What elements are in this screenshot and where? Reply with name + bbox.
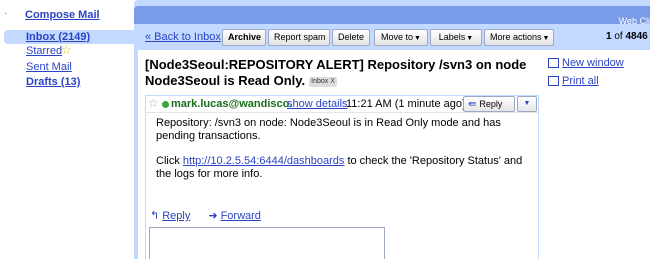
forward-arrow-icon: ➜	[208, 210, 218, 222]
remove-label-icon[interactable]: X	[330, 78, 335, 85]
new-window-label: New window	[562, 57, 624, 69]
archive-button[interactable]: Archive	[222, 29, 266, 46]
labels-label: Labels	[438, 32, 466, 42]
more-options-button[interactable]: ▼	[517, 96, 537, 112]
paging-total: 4846	[625, 31, 648, 42]
body-click-text: Click	[156, 155, 180, 167]
more-actions-label: More actions	[490, 32, 542, 42]
message-body: Repository: /svn3 on node: Node3Seoul is…	[156, 117, 530, 193]
reply-arrow-icon: ↰	[150, 210, 160, 222]
print-all-label: Print all	[562, 75, 599, 87]
quick-reply-box[interactable]	[149, 227, 385, 259]
label-tag-text: Inbox	[311, 77, 329, 85]
chevron-down-icon: ▼	[523, 100, 531, 107]
nav-drafts-link[interactable]: Drafts (13)	[26, 76, 80, 88]
show-details-link[interactable]: show details	[287, 98, 348, 110]
reply-button-label: Reply	[479, 99, 503, 109]
chevron-down-icon: ▼	[414, 35, 421, 42]
paging-current: 1	[606, 31, 612, 42]
reply-button[interactable]: ⇚ Reply	[463, 96, 515, 112]
report-spam-button[interactable]: Report spam	[268, 29, 330, 46]
new-window-link[interactable]: New window	[548, 57, 624, 69]
chevron-down-icon: ▼	[466, 35, 474, 42]
star-icon: ☆	[61, 43, 72, 57]
left-navigation: · Compose Mail Inbox (2149) Starred ☆ Se…	[0, 0, 134, 259]
reply-actions: ↰ Reply ➜ Forward	[150, 209, 261, 222]
paging-indicator: 1 of 4846	[606, 31, 648, 42]
body-paragraph-1: Repository: /svn3 on node: Node3Seoul is…	[156, 117, 501, 142]
sender-name[interactable]: mark.lucas@wandisco.	[171, 98, 292, 110]
forward-link[interactable]: Forward	[221, 210, 261, 222]
labels-dropdown[interactable]: Labels▼	[430, 29, 482, 46]
print-all-link[interactable]: Print all	[548, 75, 599, 87]
nav-starred-link[interactable]: Starred	[26, 45, 62, 57]
move-to-label: Move to	[381, 32, 414, 42]
message-timestamp: 11:21 AM (1 minute ago)	[346, 98, 466, 110]
compose-mail-link[interactable]: Compose Mail	[25, 9, 100, 21]
header-strip: Web Cli	[134, 6, 650, 26]
compose-bullet: ·	[4, 8, 8, 19]
inbox-label-tag[interactable]: Inbox X	[309, 76, 337, 87]
star-icon[interactable]: ☆	[148, 97, 159, 109]
reply-arrow-icon: ⇚	[468, 99, 477, 110]
chevron-down-icon: ▼	[542, 35, 550, 42]
nav-inbox-link[interactable]: Inbox (2149)	[26, 31, 90, 43]
nav-sent-mail-link[interactable]: Sent Mail	[26, 61, 72, 73]
message-subject: [Node3Seoul:REPOSITORY ALERT] Repository…	[145, 57, 530, 89]
dashboard-link[interactable]: http://10.2.5.54:6444/dashboards	[183, 155, 344, 167]
move-to-dropdown[interactable]: Move to▼	[374, 29, 428, 46]
back-to-inbox-link[interactable]: « Back to Inbox	[145, 31, 221, 43]
online-status-icon	[162, 101, 169, 108]
delete-button[interactable]: Delete	[332, 29, 370, 46]
paging-of: of	[614, 31, 623, 42]
more-actions-dropdown[interactable]: More actions▼	[484, 29, 554, 46]
reply-link[interactable]: Reply	[162, 210, 190, 222]
body-paragraph-2: Click http://10.2.5.54:6444/dashboards t…	[156, 155, 530, 181]
